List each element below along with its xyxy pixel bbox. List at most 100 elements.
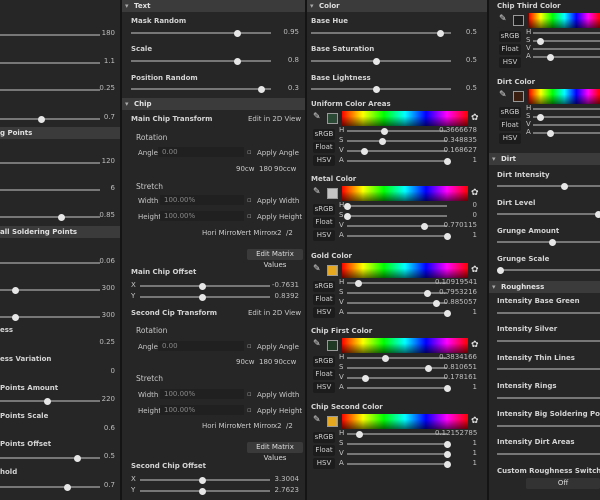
hori-mirror-button[interactable]: Hori Mirror <box>202 229 239 237</box>
apply-height-button[interactable]: Apply Height <box>257 407 302 415</box>
slider-knob[interactable] <box>199 487 206 495</box>
color-swatch[interactable] <box>327 416 338 427</box>
checkbox-icon[interactable]: ▫ <box>247 390 252 398</box>
slider-knob[interactable] <box>344 212 351 220</box>
channel-slider[interactable] <box>533 56 600 58</box>
section-header[interactable]: all Soldering Points <box>0 226 120 238</box>
slider-knob[interactable] <box>421 222 428 230</box>
color-mode-button[interactable]: HSV <box>499 57 521 68</box>
color-mode-button[interactable]: Float <box>313 142 335 153</box>
slider-knob[interactable] <box>354 279 362 287</box>
checkbox-icon[interactable]: ▫ <box>247 342 252 350</box>
rotate-180-button[interactable]: 180 <box>259 165 272 173</box>
color-spectrum[interactable] <box>529 89 600 104</box>
section-header-color[interactable]: Color <box>307 0 487 12</box>
slider-knob[interactable] <box>360 147 368 155</box>
section-header-roughness[interactable]: Roughness <box>489 281 600 293</box>
color-mode-button[interactable]: sRGB <box>313 432 335 443</box>
color-mode-button[interactable]: HSV <box>499 133 521 144</box>
rotate-90ccw-button[interactable]: 90ccw <box>274 165 296 173</box>
slider-knob[interactable] <box>537 37 544 45</box>
slider-knob[interactable] <box>595 210 600 218</box>
edit-matrix-values-button[interactable]: Edit Matrix Values <box>247 249 303 269</box>
checkbox-icon[interactable]: ▫ <box>247 196 252 204</box>
eyedropper-icon[interactable]: ✎ <box>499 15 507 24</box>
color-mode-button[interactable]: sRGB <box>499 107 521 118</box>
rotate-90cw-button[interactable]: 90cw <box>236 165 254 173</box>
dirt-intensity-slider[interactable] <box>497 185 600 187</box>
roughness-slider[interactable] <box>497 425 600 427</box>
color-mode-button[interactable]: Float <box>499 120 521 131</box>
slider-knob[interactable] <box>380 127 388 135</box>
slider-knob[interactable] <box>378 137 386 145</box>
eyedropper-icon[interactable]: ✎ <box>313 188 321 197</box>
color-spectrum[interactable] <box>529 13 600 28</box>
slider-knob[interactable] <box>58 213 65 221</box>
color-wheel-icon[interactable]: ✿ <box>471 189 479 198</box>
hori-mirror-button[interactable]: Hori Mirror <box>202 422 239 430</box>
rotate-180-button[interactable]: 180 <box>259 358 272 366</box>
slider-knob[interactable] <box>199 282 206 290</box>
slider-knob[interactable] <box>423 289 431 297</box>
slider-knob[interactable] <box>437 29 444 37</box>
color-spectrum[interactable] <box>342 338 468 353</box>
base-hue-slider[interactable] <box>311 32 451 34</box>
roughness-slider[interactable] <box>497 368 600 370</box>
section-header[interactable]: g Points <box>0 127 120 139</box>
custom-roughness-switch-dropdown[interactable]: Off <box>526 478 600 489</box>
width-input[interactable]: 100.00% <box>160 195 244 205</box>
dirt-level-slider[interactable] <box>497 213 600 215</box>
div2-button[interactable]: /2 <box>286 229 293 237</box>
roughness-slider[interactable] <box>497 397 600 399</box>
channel-slider[interactable] <box>533 108 600 110</box>
slider-knob[interactable] <box>497 266 504 274</box>
slider-knob[interactable] <box>547 53 554 61</box>
channel-slider[interactable] <box>347 357 447 359</box>
color-spectrum[interactable] <box>342 111 468 126</box>
channel-slider[interactable] <box>533 124 600 126</box>
channel-slider[interactable] <box>347 130 447 132</box>
apply-height-button[interactable]: Apply Height <box>257 213 302 221</box>
color-wheel-icon[interactable]: ✿ <box>471 341 479 350</box>
apply-angle-button[interactable]: Apply Angle <box>257 149 299 157</box>
slider-knob[interactable] <box>361 374 369 382</box>
color-wheel-icon[interactable]: ✿ <box>471 417 479 426</box>
slider-knob[interactable] <box>199 476 206 484</box>
channel-slider[interactable] <box>347 235 447 237</box>
mask-random-slider[interactable] <box>131 32 271 34</box>
slider-knob[interactable] <box>234 29 241 37</box>
edit-2d-view-button[interactable]: Edit in 2D View <box>248 309 301 317</box>
angle-input[interactable]: 0.00 <box>158 341 244 351</box>
eyedropper-icon[interactable]: ✎ <box>313 113 321 122</box>
channel-slider[interactable] <box>347 443 447 445</box>
slider-knob[interactable] <box>12 286 19 294</box>
x2-button[interactable]: x2 <box>273 422 282 430</box>
color-mode-button[interactable]: HSV <box>313 458 335 469</box>
section-header-chip[interactable]: Chip <box>122 98 305 110</box>
color-mode-button[interactable]: sRGB <box>313 129 335 140</box>
color-mode-button[interactable]: sRGB <box>313 356 335 367</box>
color-mode-button[interactable]: HSV <box>313 307 335 318</box>
color-wheel-icon[interactable]: ✿ <box>471 114 479 123</box>
section-header-text[interactable]: Text <box>122 0 305 12</box>
color-mode-button[interactable]: Float <box>313 294 335 305</box>
slider-knob[interactable] <box>549 238 556 246</box>
height-input[interactable]: 100.00% <box>160 211 244 221</box>
slider-knob[interactable] <box>356 430 364 438</box>
checkbox-icon[interactable]: ▫ <box>247 148 252 156</box>
slider-knob[interactable] <box>382 354 390 362</box>
channel-slider[interactable] <box>347 215 447 217</box>
channel-slider[interactable] <box>533 48 600 50</box>
eyedropper-icon[interactable]: ✎ <box>313 416 321 425</box>
color-mode-button[interactable]: Float <box>313 369 335 380</box>
color-swatch[interactable] <box>513 91 524 102</box>
roughness-slider[interactable] <box>497 453 600 455</box>
x2-button[interactable]: x2 <box>273 229 282 237</box>
vert-mirror-button[interactable]: Vert Mirror <box>237 229 274 237</box>
rotate-90cw-button[interactable]: 90cw <box>236 358 254 366</box>
color-swatch[interactable] <box>513 15 524 26</box>
channel-slider[interactable] <box>533 132 600 134</box>
color-swatch[interactable] <box>327 188 338 199</box>
color-mode-button[interactable]: sRGB <box>313 204 335 215</box>
slider-knob[interactable] <box>199 293 206 301</box>
